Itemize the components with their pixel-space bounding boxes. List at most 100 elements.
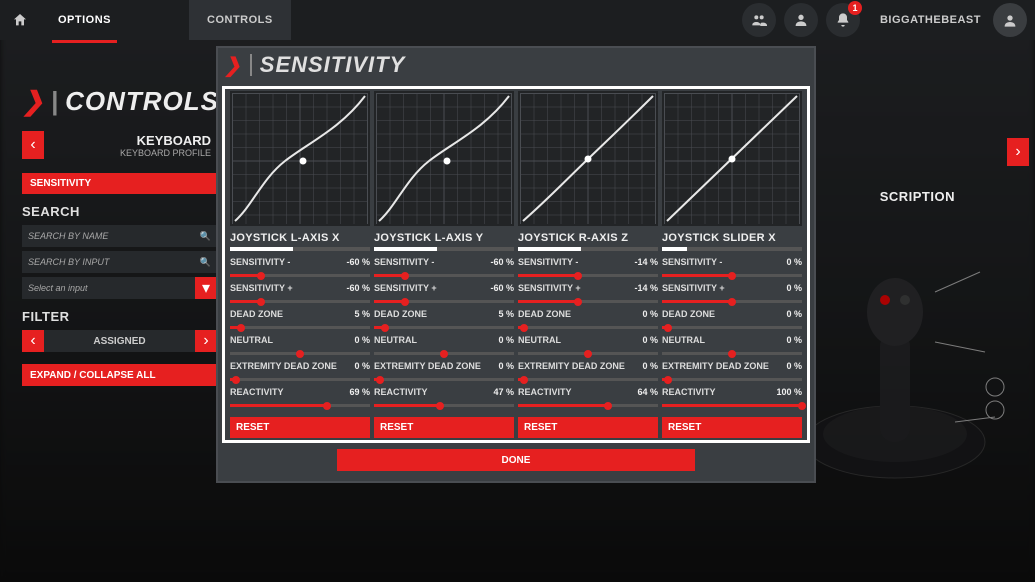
chevron-right-icon: ❯ — [224, 53, 242, 78]
param-slider[interactable] — [230, 400, 370, 410]
param-value: 100 % — [776, 387, 802, 397]
home-button[interactable] — [0, 0, 40, 40]
param-label: EXTREMITY DEAD ZONE — [518, 361, 625, 371]
search-by-input-input[interactable]: SEARCH BY INPUT 🔍 — [22, 251, 217, 273]
param-slider[interactable] — [662, 296, 802, 306]
top-bar: OPTIONS CONTROLS 1 BIGGATHEBEAST — [0, 0, 1035, 40]
param-label: REACTIVITY — [662, 387, 716, 397]
param-value: 0 % — [786, 361, 802, 371]
param-label: NEUTRAL — [518, 335, 561, 345]
param-value: 0 % — [642, 309, 658, 319]
expand-collapse-button[interactable]: EXPAND / COLLAPSE ALL — [22, 364, 217, 386]
param-slider[interactable] — [662, 400, 802, 410]
profile-name: KEYBOARD — [44, 133, 211, 148]
param-label: DEAD ZONE — [518, 309, 571, 319]
param-slider[interactable] — [230, 348, 370, 358]
reset-button[interactable]: RESET — [518, 417, 658, 438]
profile-prev-button[interactable]: ‹ — [22, 131, 44, 159]
param-slider[interactable] — [662, 348, 802, 358]
param-value: 5 % — [354, 309, 370, 319]
param-value: 0 % — [642, 335, 658, 345]
search-icon: 🔍 — [200, 257, 211, 268]
axis-title: JOYSTICK L-AXIS X — [230, 232, 370, 244]
select-input-dropdown[interactable]: Select an input — [22, 277, 195, 299]
reset-button[interactable]: RESET — [662, 417, 802, 438]
param-value: 69 % — [349, 387, 370, 397]
joystick-illustration — [785, 252, 1005, 492]
page-title: ❯ | CONTROLS — [22, 86, 217, 117]
param-slider[interactable] — [230, 270, 370, 280]
param-label: REACTIVITY — [518, 387, 572, 397]
param-label: SENSITIVITY + — [374, 283, 437, 293]
param-slider[interactable] — [518, 296, 658, 306]
param-slider[interactable] — [518, 348, 658, 358]
sensitivity-tab[interactable]: SENSITIVITY — [22, 173, 217, 194]
param-label: NEUTRAL — [374, 335, 417, 345]
param-value: 0 % — [786, 283, 802, 293]
controls-sidebar: ❯ | CONTROLS ‹ KEYBOARD KEYBOARD PROFILE… — [22, 86, 217, 386]
param-slider[interactable] — [374, 270, 514, 280]
param-slider[interactable] — [374, 322, 514, 332]
axis-title: JOYSTICK R-AXIS Z — [518, 232, 658, 244]
param-slider[interactable] — [518, 270, 658, 280]
param-value: 47 % — [493, 387, 514, 397]
param-slider[interactable] — [374, 348, 514, 358]
param-slider[interactable] — [374, 400, 514, 410]
param-label: EXTREMITY DEAD ZONE — [374, 361, 481, 371]
notification-badge: 1 — [848, 1, 862, 15]
param-slider[interactable] — [374, 296, 514, 306]
friends-icon[interactable] — [742, 3, 776, 37]
reset-button[interactable]: RESET — [374, 417, 514, 438]
param-value: -14 % — [634, 283, 658, 293]
param-slider[interactable] — [374, 374, 514, 384]
param-label: SENSITIVITY - — [374, 257, 434, 267]
avatar[interactable] — [993, 3, 1027, 37]
search-by-name-input[interactable]: SEARCH BY NAME 🔍 — [22, 225, 217, 247]
param-slider[interactable] — [230, 374, 370, 384]
param-slider[interactable] — [230, 296, 370, 306]
tab-controls-sub[interactable]: CONTROLS — [189, 0, 291, 40]
param-label: SENSITIVITY - — [662, 257, 722, 267]
username-label: BIGGATHEBEAST — [880, 14, 981, 26]
param-label: DEAD ZONE — [374, 309, 427, 319]
param-value: 0 % — [498, 335, 514, 345]
profile-icon[interactable] — [784, 3, 818, 37]
param-value: -14 % — [634, 257, 658, 267]
sensitivity-curve-graph — [230, 91, 370, 226]
param-slider[interactable] — [230, 322, 370, 332]
axis-card: JOYSTICK SLIDER X SENSITIVITY -0 % SENSI… — [662, 91, 802, 438]
param-label: REACTIVITY — [230, 387, 284, 397]
param-label: NEUTRAL — [662, 335, 705, 345]
param-label: EXTREMITY DEAD ZONE — [230, 361, 337, 371]
sensitivity-curve-graph — [518, 91, 658, 226]
param-slider[interactable] — [518, 374, 658, 384]
tab-options[interactable]: OPTIONS — [40, 0, 129, 40]
filter-next-button[interactable]: › — [195, 330, 217, 352]
param-value: 0 % — [786, 309, 802, 319]
search-icon: 🔍 — [200, 231, 211, 242]
param-slider[interactable] — [662, 270, 802, 280]
profile-next-button[interactable]: › — [1007, 138, 1029, 166]
param-slider[interactable] — [518, 322, 658, 332]
done-button[interactable]: DONE — [337, 449, 695, 471]
param-value: -60 % — [490, 283, 514, 293]
param-slider[interactable] — [662, 322, 802, 332]
axis-card: JOYSTICK L-AXIS X SENSITIVITY --60 % SEN… — [230, 91, 370, 438]
filter-prev-button[interactable]: ‹ — [22, 330, 44, 352]
chevron-down-icon[interactable]: ▾ — [195, 277, 217, 299]
param-value: 0 % — [498, 361, 514, 371]
param-slider[interactable] — [662, 374, 802, 384]
search-label: SEARCH — [22, 204, 217, 219]
param-label: DEAD ZONE — [230, 309, 283, 319]
reset-button[interactable]: RESET — [230, 417, 370, 438]
axis-card: JOYSTICK R-AXIS Z SENSITIVITY --14 % SEN… — [518, 91, 658, 438]
axis-title: JOYSTICK SLIDER X — [662, 232, 802, 244]
sensitivity-curve-graph — [374, 91, 514, 226]
param-label: SENSITIVITY - — [518, 257, 578, 267]
param-label: DEAD ZONE — [662, 309, 715, 319]
param-label: SENSITIVITY - — [230, 257, 290, 267]
param-value: 0 % — [786, 257, 802, 267]
notifications-icon[interactable]: 1 — [826, 3, 860, 37]
param-slider[interactable] — [518, 400, 658, 410]
description-label: SCRIPTION — [880, 189, 955, 204]
